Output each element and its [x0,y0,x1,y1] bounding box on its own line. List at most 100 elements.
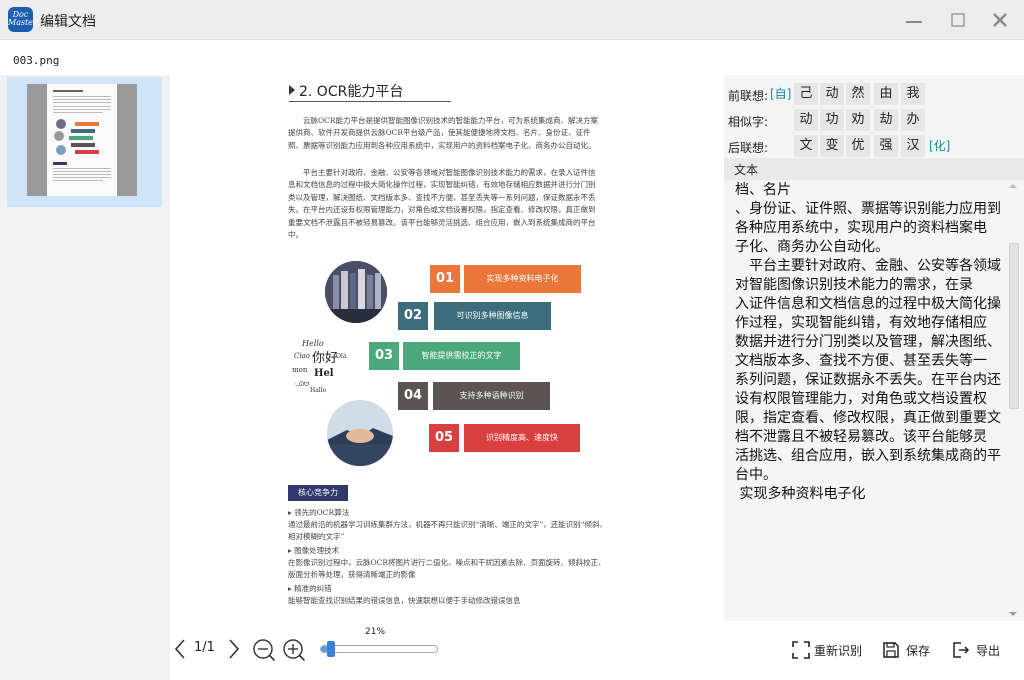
handwriting-image: Hello Ciao 你好 Olá mon Hel ᓚᘏᗢ Hallo [288,330,356,398]
close-icon [993,13,1007,27]
similar-char-3[interactable]: 劝 [846,109,870,131]
feature-bar-1: 实现多种资料电子化 [464,265,581,293]
feature-bar-4: 支持多种语种识别 [433,382,550,410]
similar-char-4[interactable]: 劫 [874,109,898,131]
feature-bar-2: 可识别多种图像信息 [434,302,551,330]
heading-underline [289,101,451,102]
file-tab[interactable]: 003.png [0,40,1024,75]
next-association-current[interactable]: [化] [929,135,950,157]
next-char-3[interactable]: 优 [846,135,870,157]
svg-text:Olá: Olá [336,353,347,360]
feature-number-2: 02 [398,302,428,330]
zoom-in-icon[interactable] [282,638,306,662]
svg-text:mon: mon [292,366,308,374]
page-indicator: 1/1 [194,640,215,655]
text-section-title: 文本 [734,163,759,177]
svg-text:你好: 你好 [312,351,338,366]
feature-title-1-text: 领先的OCR算法 [294,508,350,517]
feature-bar-5: 识别精度高、速度快 [464,424,580,452]
text-scrollbar[interactable] [1006,181,1020,621]
feature-item-1: ▸ 领先的OCR算法 通过最前沿的机器学习训练集群方法，机器不再只能识别“清晰、… [288,507,608,543]
save-icon [883,642,899,658]
next-association-row: 后联想: 文 变 优 强 汉 [化] [724,134,1024,158]
ocr-text-editor[interactable]: 档、名片 、身份证、证件照、票据等识别能力应用到各种应用系统中，实现用户的资料档… [735,181,1005,619]
zoom-slider-knob[interactable] [327,641,336,657]
similar-chars-label: 相似字: [728,115,769,129]
heading-marker-icon [289,85,295,95]
svg-text:Ciao: Ciao [294,352,310,360]
feature-item-3: ▸ 精准的纠错 能够智能查找识别结果的错误信息，快速联想以便于手动修改错误信息 [288,583,608,607]
page-thumbnail[interactable] [7,77,162,207]
document-heading-text: 2. OCR能力平台 [299,84,404,100]
save-button[interactable]: 保存 [880,639,936,661]
edit-document-window: Doc Master 编辑文档 003.png 2. OCR能力平台 云脉OCR… [0,0,1024,680]
zoom-out-icon[interactable] [252,638,276,662]
next-char-1[interactable]: 文 [794,135,818,157]
next-char-2[interactable]: 变 [820,135,844,157]
feature-desc-2: 在影像识别过程中，云脉OCR将图片进行二值化、噪点和干扰因素去除、页面旋转、倾斜… [288,558,606,579]
svg-text:Hallo: Hallo [310,387,327,394]
prev-char-3[interactable]: 然 [846,83,870,105]
minimize-button[interactable] [902,8,926,32]
app-logo-icon: Doc Master [8,7,37,32]
ocr-edit-panel: 前联想: [自] 己 动 然 由 我 相似字: 动 功 劝 劫 办 后联想: 文… [724,75,1024,621]
thumbnail-panel [0,75,170,680]
maximize-button[interactable] [946,8,970,32]
prev-char-1[interactable]: 己 [794,83,818,105]
feature-item-2: ▸ 图像处理技术 在影像识别过程中，云脉OCR将图片进行二值化、噪点和干扰因素去… [288,545,608,581]
similar-char-1[interactable]: 动 [794,109,818,131]
scroll-down-icon[interactable] [1006,609,1020,619]
books-illustration [325,261,387,323]
export-button[interactable]: 导出 [950,639,1006,661]
thumbnail-preview [53,90,111,181]
feature-title-3: ▸ 精准的纠错 [288,584,332,593]
handwriting-illustration: Hello Ciao 你好 Olá mon Hel ᓚᘏᗢ Hallo [292,339,347,394]
scan-frame-icon [792,641,810,659]
file-name: 003.png [13,54,60,67]
feature-title-2: ▸ 图像处理技术 [288,546,340,555]
thumbnail-page-image [27,84,137,196]
export-icon [953,642,970,658]
re-recognize-label: 重新识别 [814,644,863,658]
similar-chars-row: 相似字: 动 功 劝 劫 办 [724,108,1024,132]
re-recognize-button[interactable]: 重新识别 [790,639,870,661]
thumbnail-page-content [47,84,117,196]
similar-char-2[interactable]: 功 [820,109,844,131]
scroll-thumb[interactable] [1009,243,1019,409]
prev-char-2[interactable]: 动 [820,83,844,105]
bottom-toolbar: 1/1 21% 重新识别 保存 导出 [170,621,1024,680]
handshake-image [327,400,393,466]
document-heading: 2. OCR能力平台 [299,81,403,101]
document-paragraph-1: 云脉OCR能力平台是提供智能图像识别技术的智能能力平台，可为系统集成商、解决方案… [288,116,599,150]
next-association-label: 后联想: [728,141,769,155]
feature-title-3-text: 精准的纠错 [294,584,332,593]
zoom-slider-track[interactable] [320,645,438,653]
svg-text:ᓚᘏᗢ: ᓚᘏᗢ [294,381,309,388]
text-section-header: 文本 [724,158,1024,180]
next-char-5[interactable]: 汉 [901,135,925,157]
scroll-up-icon[interactable] [1006,181,1020,191]
next-char-4[interactable]: 强 [874,135,898,157]
window-title: 编辑文档 [40,14,96,30]
feature-bar-3: 智能提供需校正的文字 [403,342,520,370]
svg-text:Hel: Hel [314,368,334,379]
prev-char-4[interactable]: 由 [874,83,898,105]
zoom-percent: 21% [365,627,386,637]
feature-title-1: ▸ 领先的OCR算法 [288,508,350,517]
prev-association-row: 前联想: [自] 己 动 然 由 我 [724,82,1024,106]
prev-char-5[interactable]: 我 [901,83,925,105]
prev-association-current[interactable]: [自] [770,83,791,105]
title-bar: Doc Master 编辑文档 [0,0,1024,40]
svg-text:Hello: Hello [301,339,324,348]
document-view[interactable]: 2. OCR能力平台 云脉OCR能力平台是提供智能图像识别技术的智能能力平台，可… [170,75,724,621]
document-paragraph-2: 平台主要针对政府、金融、公安等各领域对智能图像识别技术能力的需求，在录入证件信息… [288,168,596,240]
similar-char-5[interactable]: 办 [901,109,925,131]
save-label: 保存 [906,644,931,658]
feature-title-2-text: 图像处理技术 [294,546,340,555]
feature-number-3: 03 [369,342,399,370]
next-page-icon[interactable] [228,638,240,660]
prev-page-icon[interactable] [174,638,186,660]
close-button[interactable] [988,8,1012,32]
feature-desc-1: 通过最前沿的机器学习训练集群方法，机器不再只能识别“清晰、端正的文字”，还能识别… [288,520,608,541]
handshake-illustration [327,400,393,466]
